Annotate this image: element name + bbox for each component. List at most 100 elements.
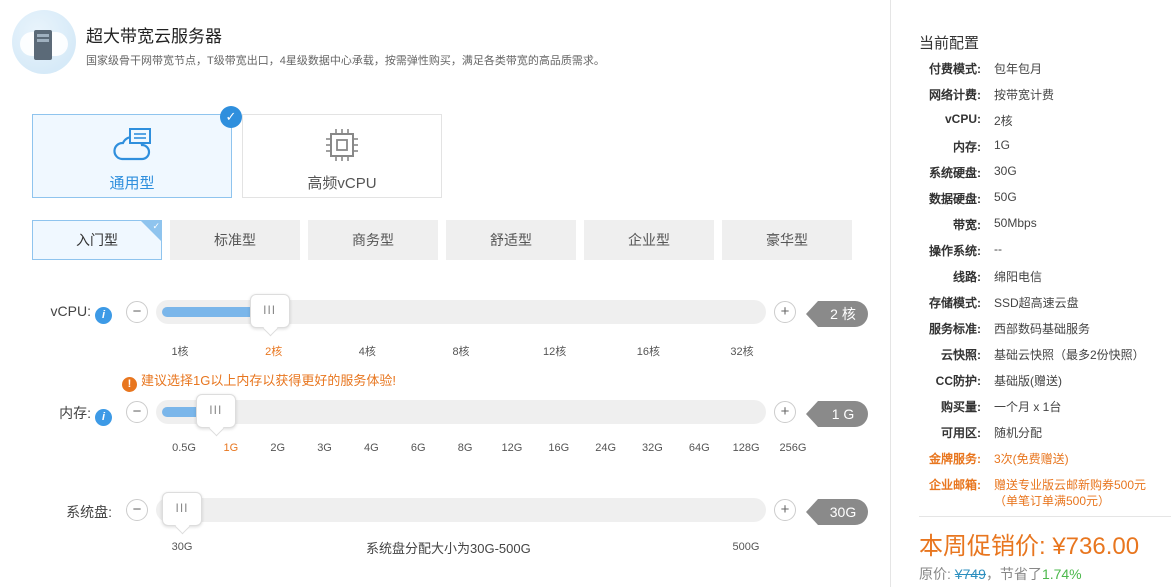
type-card-label: 高频vCPU <box>307 175 377 192</box>
tier-standard[interactable]: 标准型 <box>170 220 300 260</box>
memory-minus-button[interactable]: − <box>126 401 148 423</box>
promo-price: 本周促销价: ¥736.00 <box>919 533 1140 560</box>
memory-value-tag: 1 G <box>806 401 868 427</box>
tier-entry[interactable]: 入门型 ✓ <box>32 220 162 260</box>
tier-comfort[interactable]: 舒适型 <box>446 220 576 260</box>
vcpu-tick-label[interactable]: 12核 <box>543 343 566 359</box>
config-value: 50G <box>994 190 1017 204</box>
config-key: 网络计费: <box>929 88 981 102</box>
config-value: 随机分配 <box>994 426 1043 440</box>
config-value: 按带宽计费 <box>994 88 1055 102</box>
memory-tick-label[interactable]: 24G <box>595 442 616 454</box>
config-key: 可用区: <box>941 426 981 440</box>
summary-title: 当前配置 <box>919 35 980 52</box>
disk-max-label: 500G <box>732 541 760 553</box>
memory-plus-button[interactable]: + <box>774 401 796 423</box>
config-key: 内存: <box>953 140 981 154</box>
config-value-note: （单笔订单满500元） <box>994 494 1111 508</box>
config-key: CC防护: <box>935 374 981 388</box>
tier-enterprise[interactable]: 企业型 <box>584 220 714 260</box>
info-icon[interactable]: i <box>95 409 112 426</box>
cpu-chip-icon <box>326 129 358 161</box>
config-value: 基础云快照（最多2份快照） <box>994 348 1145 362</box>
check-icon: ✓ <box>152 221 160 231</box>
memory-tick-label[interactable]: 32G <box>642 442 663 454</box>
tier-business[interactable]: 商务型 <box>308 220 438 260</box>
tier-label: 豪华型 <box>766 232 808 248</box>
cloud-server-icon <box>113 128 151 161</box>
config-value: 绵阳电信 <box>994 270 1043 284</box>
config-key: 线路: <box>953 270 981 284</box>
info-icon[interactable]: i <box>95 307 112 324</box>
disk-minus-button[interactable]: − <box>126 499 148 521</box>
disk-min-label: 30G <box>171 541 193 553</box>
tier-label: 企业型 <box>628 232 670 248</box>
config-key: 存储模式: <box>929 296 981 310</box>
price-divider <box>919 516 1171 517</box>
config-value: 30G <box>994 164 1017 178</box>
memory-tick-label[interactable]: 16G <box>548 442 569 454</box>
config-value: 西部数码基础服务 <box>994 322 1091 336</box>
vcpu-minus-button[interactable]: − <box>126 301 148 323</box>
config-value: 2核 <box>994 114 1013 128</box>
type-card-high-freq-vcpu[interactable]: 高频vCPU <box>242 114 442 198</box>
config-value: 赠送专业版云邮新购券500元 <box>994 478 1147 492</box>
vcpu-plus-button[interactable]: + <box>774 301 796 323</box>
memory-tick-label[interactable]: 64G <box>689 442 710 454</box>
vcpu-slider-track[interactable] <box>156 300 766 324</box>
type-card-label: 通用型 <box>109 175 155 192</box>
config-key: 购买量: <box>941 400 981 414</box>
memory-tick-label[interactable]: 4G <box>364 442 379 454</box>
memory-tick-label[interactable]: 6G <box>411 442 426 454</box>
vcpu-tick-label[interactable]: 32核 <box>730 343 753 359</box>
memory-tick-label[interactable]: 256G <box>780 442 807 454</box>
vcpu-tick-label[interactable]: 1核 <box>171 343 188 359</box>
config-value: 50Mbps <box>994 216 1037 230</box>
vcpu-tick-label[interactable]: 16核 <box>637 343 660 359</box>
memory-tick-label[interactable]: 1G <box>224 442 239 454</box>
vcpu-tick-label[interactable]: 8核 <box>452 343 469 359</box>
config-key: 云快照: <box>941 348 981 362</box>
vcpu-slider-handle[interactable]: III <box>249 294 290 328</box>
memory-tick-label[interactable]: 3G <box>317 442 332 454</box>
config-value: 3次(免费赠送) <box>994 452 1069 466</box>
tier-luxury[interactable]: 豪华型 <box>722 220 852 260</box>
disk-plus-button[interactable]: + <box>774 499 796 521</box>
saved-percent: 1.74% <box>1041 566 1082 582</box>
tier-label: 商务型 <box>352 232 394 248</box>
memory-tick-label[interactable]: 2G <box>270 442 285 454</box>
memory-label: 内存: i <box>30 403 112 426</box>
disk-size-note: 系统盘分配大小为30G-500G <box>366 541 531 556</box>
config-value: 包年包月 <box>994 62 1043 76</box>
type-card-general[interactable]: 通用型 ✓ <box>32 106 242 198</box>
config-summary-panel: 当前配置 付费模式: 包年包月 网络计费: 按带宽计费 vCPU: 2核 内存: 1G 系统硬盘… <box>891 0 1171 587</box>
tier-label: 入门型 <box>76 232 118 248</box>
memory-tick-label[interactable]: 12G <box>502 442 523 454</box>
config-value: 一个月 x 1台 <box>994 400 1062 414</box>
memory-tick-label[interactable]: 128G <box>733 442 760 454</box>
disk-slider-track[interactable] <box>156 498 766 522</box>
disk-slider-handle[interactable]: III <box>162 492 202 526</box>
memory-tick-label[interactable]: 0.5G <box>172 442 196 454</box>
config-key: 金牌服务: <box>929 452 981 466</box>
vcpu-tick-label[interactable]: 2核 <box>265 343 282 359</box>
product-title: 超大带宽云服务器 <box>86 27 222 46</box>
selected-check-icon: ✓ <box>220 106 242 128</box>
vcpu-tick-label[interactable]: 4核 <box>359 343 376 359</box>
config-key: 操作系统: <box>929 244 981 258</box>
config-value: -- <box>994 242 1002 256</box>
config-key: 付费模式: <box>929 62 981 76</box>
memory-slider-handle[interactable]: III <box>195 394 236 428</box>
memory-tick-label[interactable]: 8G <box>458 442 473 454</box>
tier-label: 舒适型 <box>490 232 532 248</box>
cloud-server-logo-icon <box>12 10 76 74</box>
config-main-panel: 超大带宽云服务器 国家级骨干网带宽节点，T级带宽出口，4星级数据中心承载，按需弹… <box>0 0 890 587</box>
config-key: 数据硬盘: <box>929 192 981 206</box>
memory-slider-track[interactable] <box>156 400 766 424</box>
config-key: 企业邮箱: <box>929 478 981 492</box>
system-disk-label: 系统盘: <box>66 504 112 520</box>
original-price: ¥749 <box>954 566 986 582</box>
config-value: 1G <box>994 138 1011 152</box>
vcpu-value-tag: 2 核 <box>806 301 868 327</box>
memory-warning: ! 建议选择1G以上内存以获得更好的服务体验! <box>122 370 396 392</box>
